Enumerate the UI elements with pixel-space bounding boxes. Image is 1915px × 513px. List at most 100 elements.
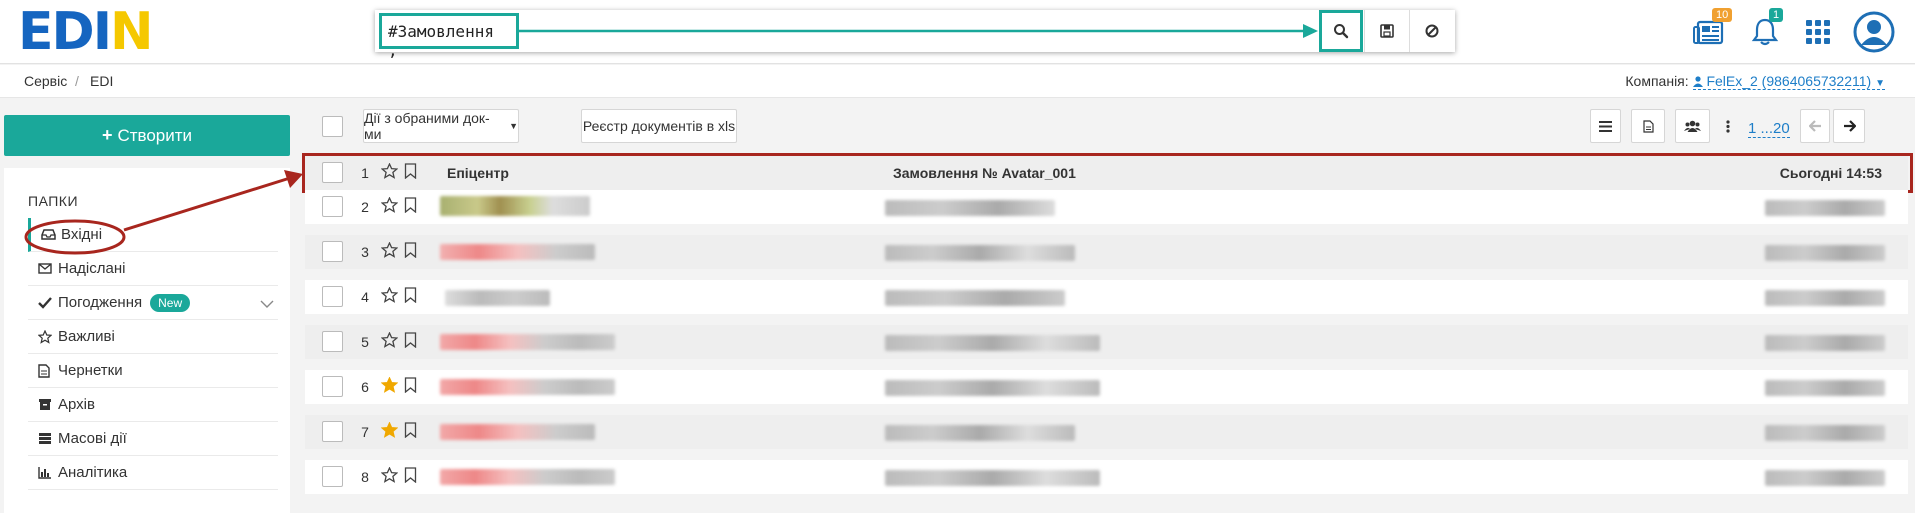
blurred-date [1765, 200, 1885, 216]
bulk-actions-dropdown[interactable]: Дії з обраними док-ми ▼ [363, 109, 519, 143]
row-checkbox[interactable] [322, 162, 343, 183]
edin-logo[interactable]: ED I N [18, 2, 154, 62]
star-outline-icon[interactable] [380, 241, 399, 261]
sidebar-item-inbox[interactable]: Вхідні [28, 218, 278, 252]
new-badge: New [150, 293, 191, 312]
export-registry-button[interactable]: Реєстр документів в xls [581, 109, 737, 143]
blurred-date [1765, 245, 1885, 261]
logo-i: I [92, 2, 112, 62]
company-dropdown[interactable]: FelEx_2 (9864065732211) ▼ [1692, 73, 1885, 90]
bookmark-icon[interactable] [404, 197, 417, 216]
table-row[interactable]: 6 [305, 370, 1908, 404]
bookmark-icon[interactable] [404, 377, 417, 396]
top-bar: ED I N #Замовлення , 10 1 [0, 0, 1915, 64]
blurred-company [440, 196, 590, 216]
arrow-left-icon [1808, 120, 1821, 132]
table-row[interactable]: 3 [305, 235, 1908, 269]
news-button[interactable]: 10 [1688, 8, 1733, 52]
sidebar: ПАПКИ Вхідні Надіслані Погодження New Ва… [4, 168, 290, 513]
caret-down-icon: ▼ [1875, 78, 1885, 89]
grid-icon [1806, 20, 1830, 44]
star-outline-icon[interactable] [380, 331, 399, 351]
more-options-button[interactable] [1720, 109, 1735, 143]
star-outline-icon[interactable] [380, 196, 399, 216]
company-label: Компанія: [1625, 73, 1689, 89]
notifications-button[interactable]: 1 [1745, 8, 1785, 52]
row-number: 8 [361, 469, 369, 485]
apps-button[interactable] [1798, 12, 1838, 52]
company-selector: Компанія: FelEx_2 (9864065732211) ▼ [1625, 73, 1885, 90]
table-row[interactable]: 1 Епіцентр Замовлення № Avatar_001 Сього… [302, 153, 1913, 193]
table-row[interactable]: 7 [305, 415, 1908, 449]
row-checkbox[interactable] [322, 196, 343, 217]
next-page-button[interactable] [1833, 109, 1865, 143]
blurred-document [885, 470, 1100, 486]
bookmark-icon[interactable] [404, 422, 417, 441]
group-view-button[interactable] [1675, 109, 1710, 143]
row-company: Епіцентр [447, 165, 509, 181]
blurred-document [885, 335, 1100, 351]
sidebar-item-label: Архів [58, 396, 95, 413]
table-row[interactable]: 4 [305, 280, 1908, 314]
row-checkbox[interactable] [322, 421, 343, 442]
prev-page-button[interactable] [1800, 109, 1830, 143]
select-all-checkbox[interactable] [322, 116, 343, 137]
chevron-down-icon[interactable] [260, 296, 274, 313]
row-checkbox[interactable] [322, 331, 343, 352]
folders-title: ПАПКИ [28, 193, 79, 209]
sidebar-item-approvals[interactable]: Погодження New [28, 286, 278, 320]
user-avatar-icon [1853, 11, 1895, 53]
row-checkbox[interactable] [322, 466, 343, 487]
bookmark-icon[interactable] [404, 332, 417, 351]
bookmark-icon[interactable] [404, 163, 417, 182]
sidebar-item-drafts[interactable]: Чернетки [28, 354, 278, 388]
archive-icon [28, 398, 58, 411]
vertical-dots-icon [1725, 119, 1730, 133]
users-icon [1684, 120, 1701, 132]
bar-chart-icon [28, 466, 58, 479]
user-menu-button[interactable] [1852, 10, 1896, 54]
row-checkbox[interactable] [322, 286, 343, 307]
search-button[interactable] [1319, 10, 1363, 52]
pager[interactable]: 1 ...20 [1748, 121, 1790, 138]
breadcrumb-edi[interactable]: EDI [90, 73, 113, 89]
bookmark-icon[interactable] [404, 287, 417, 306]
sidebar-item-archive[interactable]: Архів [28, 388, 278, 422]
create-button[interactable]: + Створити [4, 115, 290, 156]
row-checkbox[interactable] [322, 241, 343, 262]
check-icon [28, 296, 58, 309]
star-filled-icon[interactable] [380, 421, 399, 441]
ban-icon [1425, 24, 1439, 38]
row-number: 6 [361, 379, 369, 395]
row-checkbox[interactable] [322, 376, 343, 397]
breadcrumb-separator: / [75, 73, 79, 89]
star-outline-icon[interactable] [380, 466, 399, 486]
sidebar-item-sent[interactable]: Надіслані [28, 252, 278, 286]
blurred-document [885, 200, 1055, 216]
document-view-button[interactable] [1631, 109, 1665, 143]
star-outline-icon[interactable] [380, 286, 399, 306]
star-outline-icon[interactable] [380, 162, 399, 182]
caret-down-icon: ▼ [509, 121, 518, 131]
breadcrumb: Сервіс / EDI Компанія: FelEx_2 (98640657… [0, 65, 1915, 98]
list-view-button[interactable] [1590, 109, 1621, 143]
bookmark-icon[interactable] [404, 242, 417, 261]
sidebar-item-important[interactable]: Важливі [28, 320, 278, 354]
row-number: 7 [361, 424, 369, 440]
sidebar-item-analytics[interactable]: Аналітика [28, 456, 278, 490]
breadcrumb-service[interactable]: Сервіс [24, 73, 67, 89]
sidebar-item-label: Надіслані [58, 260, 126, 277]
row-date: Сьогодні 14:53 [1779, 165, 1882, 181]
save-search-button[interactable] [1364, 10, 1409, 52]
star-filled-icon[interactable] [380, 376, 399, 396]
create-label: Створити [117, 125, 193, 145]
blurred-date [1765, 470, 1885, 486]
table-row[interactable]: 5 [305, 325, 1908, 359]
table-row[interactable]: 8 [305, 460, 1908, 494]
sidebar-item-bulk-actions[interactable]: Масові дії [28, 422, 278, 456]
bookmark-icon[interactable] [404, 467, 417, 486]
search-input[interactable]: #Замовлення , [379, 13, 519, 60]
clear-search-button[interactable] [1409, 10, 1454, 52]
top-icons: 10 1 [1680, 8, 1915, 54]
table-row[interactable]: 2 [305, 190, 1908, 224]
